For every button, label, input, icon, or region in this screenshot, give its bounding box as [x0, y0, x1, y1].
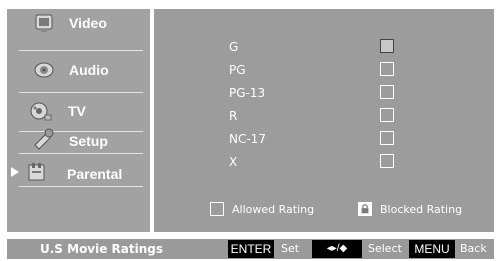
menu-item-label: Audio [69, 62, 109, 78]
rating-row-pg13[interactable]: PG-13 [154, 84, 494, 104]
rating-label: NC-17 [229, 132, 266, 146]
enter-action-label: Set [281, 242, 300, 255]
main-menu: Video Audio TV Setup Parental [7, 9, 150, 232]
allowed-box-icon [210, 202, 224, 216]
setup-icon [34, 128, 54, 150]
screen-title: U.S Movie Ratings [40, 242, 164, 256]
select-action-label: Select [368, 242, 402, 255]
arrows-key-badge: ◂▸/◆ [312, 240, 362, 258]
rating-label: X [229, 155, 238, 169]
menu-item-setup[interactable]: Setup [7, 124, 150, 156]
audio-icon [34, 62, 54, 78]
rating-checkbox[interactable] [380, 154, 394, 168]
menu-item-label: Setup [69, 133, 108, 149]
menu-item-video[interactable]: Video [7, 9, 150, 41]
rating-row-r[interactable]: R [154, 107, 494, 127]
rating-label: PG-13 [229, 86, 266, 100]
rating-row-g[interactable]: G [154, 38, 494, 58]
back-action-label: Back [460, 242, 487, 255]
video-icon [35, 14, 53, 32]
rating-label: PG [229, 63, 246, 77]
menu-divider [19, 186, 143, 187]
menu-item-label: Video [69, 15, 107, 31]
tv-icon [30, 102, 52, 121]
menu-item-label: TV [68, 103, 86, 119]
rating-checkbox[interactable] [380, 85, 394, 99]
enter-key-badge: ENTER [228, 240, 274, 258]
ratings-panel: G PG PG-13 R NC-17 X Allowed Rating Bloc… [154, 9, 494, 232]
rating-checkbox[interactable] [380, 62, 394, 76]
menu-divider [19, 50, 143, 51]
help-bar: U.S Movie Ratings ENTER Set ◂▸/◆ Select … [7, 239, 494, 259]
selection-arrow-icon [11, 167, 19, 177]
rating-row-x[interactable]: X [154, 153, 494, 173]
menu-key-badge: MENU [409, 240, 455, 258]
rating-checkbox[interactable] [380, 131, 394, 145]
rating-checkbox[interactable] [380, 108, 394, 122]
rating-row-nc17[interactable]: NC-17 [154, 130, 494, 150]
lock-icon [358, 202, 372, 216]
rating-checkbox[interactable] [380, 39, 394, 53]
rating-label: G [229, 40, 239, 54]
parental-icon [28, 163, 45, 181]
rating-row-pg[interactable]: PG [154, 61, 494, 81]
menu-divider [19, 92, 143, 93]
menu-divider [19, 153, 143, 154]
menu-item-label: Parental [67, 166, 123, 182]
menu-item-audio[interactable]: Audio [7, 56, 150, 88]
allowed-legend-label: Allowed Rating [232, 203, 315, 216]
rating-legend: Allowed Rating Blocked Rating [154, 201, 494, 221]
rating-label: R [229, 109, 238, 123]
blocked-legend-label: Blocked Rating [380, 203, 463, 216]
tv-osd-screen: Video Audio TV Setup Parental G PG PG-13… [0, 0, 501, 261]
